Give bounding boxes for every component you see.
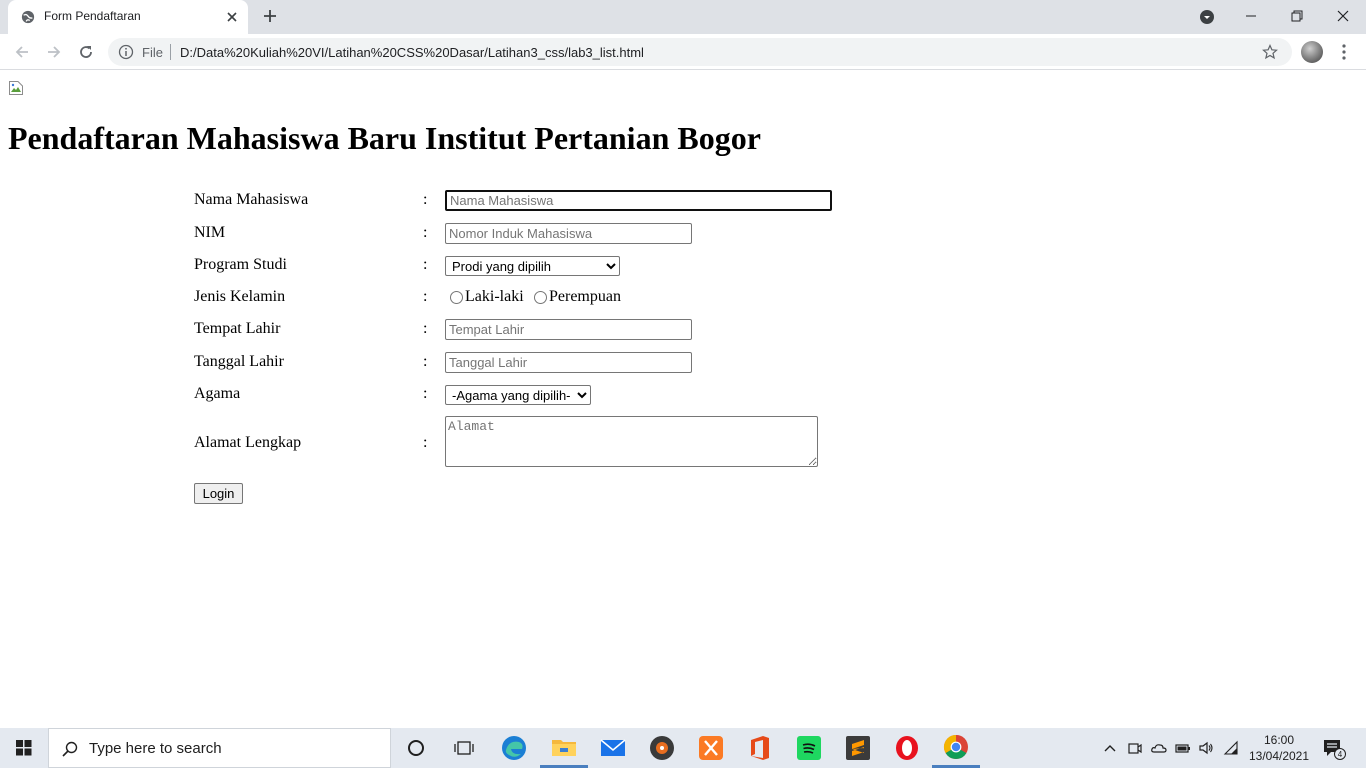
onedrive-icon[interactable] bbox=[1151, 740, 1167, 756]
taskbar-edge[interactable] bbox=[490, 728, 538, 768]
broken-image-icon bbox=[9, 81, 23, 95]
task-view-icon bbox=[454, 741, 474, 755]
prodi-colon: : bbox=[423, 256, 428, 273]
profile-avatar[interactable] bbox=[1301, 41, 1323, 63]
page-title: Pendaftaran Mahasiswa Baru Institut Pert… bbox=[8, 120, 761, 156]
chevron-up-icon[interactable] bbox=[1102, 740, 1118, 756]
file-explorer-icon bbox=[552, 739, 576, 756]
xampp-icon bbox=[699, 736, 723, 760]
nim-label: NIM bbox=[194, 224, 226, 241]
gender-colon: : bbox=[423, 288, 428, 305]
taskbar-media-player[interactable] bbox=[638, 728, 686, 768]
search-placeholder: Type here to search bbox=[89, 740, 222, 757]
back-arrow-icon[interactable] bbox=[12, 42, 32, 62]
tempat-colon: : bbox=[423, 320, 428, 337]
forward-arrow-icon[interactable] bbox=[44, 42, 64, 62]
notification-icon: 4 bbox=[1324, 740, 1346, 760]
notification-center[interactable]: 4 bbox=[1322, 738, 1346, 760]
tanggal-label: Tanggal Lahir bbox=[194, 353, 284, 370]
scheme-label: File bbox=[142, 45, 163, 60]
url-text[interactable]: D:/Data%20Kuliah%20VI/Latihan%20CSS%20Da… bbox=[180, 45, 644, 60]
opera-icon bbox=[896, 736, 918, 760]
gender-option-female[interactable]: Perempuan bbox=[534, 288, 621, 306]
gender-label: Jenis Kelamin bbox=[194, 288, 286, 305]
office-icon bbox=[751, 736, 769, 760]
more-menu-icon[interactable] bbox=[1336, 43, 1352, 61]
close-window-icon[interactable] bbox=[1335, 8, 1351, 24]
nim-input[interactable] bbox=[445, 223, 692, 244]
radio-female[interactable] bbox=[534, 290, 547, 304]
nama-colon: : bbox=[423, 191, 428, 208]
radio-female-label: Perempuan bbox=[549, 288, 621, 305]
notification-count: 4 bbox=[1338, 750, 1343, 759]
taskbar-xampp[interactable] bbox=[687, 728, 735, 768]
taskbar-file-explorer[interactable] bbox=[540, 728, 588, 768]
tanggal-input[interactable] bbox=[445, 352, 692, 373]
tempat-input[interactable] bbox=[445, 319, 692, 340]
prodi-select[interactable]: Prodi yang dipilih bbox=[445, 256, 620, 276]
reload-icon[interactable] bbox=[76, 42, 96, 62]
browser-tab[interactable]: Form Pendaftaran bbox=[8, 0, 248, 34]
clock-date: 13/04/2021 bbox=[1248, 749, 1310, 763]
nama-label: Nama Mahasiswa bbox=[194, 191, 309, 208]
meet-now-icon[interactable] bbox=[1127, 740, 1143, 756]
restore-icon[interactable] bbox=[1289, 8, 1305, 24]
search-icon bbox=[62, 741, 78, 757]
bookmark-star-icon[interactable] bbox=[1262, 44, 1278, 60]
sublime-text-icon bbox=[846, 736, 870, 760]
edge-icon bbox=[502, 736, 526, 760]
close-tab-icon[interactable] bbox=[224, 9, 240, 25]
login-button[interactable]: Login bbox=[194, 483, 243, 504]
taskbar-opera[interactable] bbox=[883, 728, 931, 768]
address-bar[interactable]: File D:/Data%20Kuliah%20VI/Latihan%20CSS… bbox=[108, 38, 1292, 66]
agama-select[interactable]: -Agama yang dipilih- bbox=[445, 385, 591, 405]
tanggal-colon: : bbox=[423, 353, 428, 370]
tab-strip: Form Pendaftaran bbox=[0, 0, 1366, 34]
agama-label: Agama bbox=[194, 385, 241, 402]
system-clock[interactable]: 16:00 13/04/2021 bbox=[1244, 732, 1314, 764]
taskbar-office[interactable] bbox=[736, 728, 784, 768]
cortana-icon bbox=[408, 740, 424, 756]
taskbar-sublime-text[interactable] bbox=[834, 728, 882, 768]
clock-time: 16:00 bbox=[1263, 733, 1295, 747]
nim-colon: : bbox=[423, 224, 428, 241]
web-page: Pendaftaran Mahasiswa Baru Institut Pert… bbox=[0, 71, 1366, 728]
browser-toolbar: File D:/Data%20Kuliah%20VI/Latihan%20CSS… bbox=[0, 34, 1366, 70]
taskbar: Type here to search 16:00 13/04/2021 4 bbox=[0, 728, 1366, 768]
chrome-icon bbox=[943, 734, 968, 759]
taskbar-mail[interactable] bbox=[589, 728, 637, 768]
prodi-label: Program Studi bbox=[194, 256, 287, 273]
taskbar-chrome[interactable] bbox=[932, 728, 980, 768]
nama-input[interactable] bbox=[445, 190, 832, 211]
spotify-icon bbox=[797, 736, 821, 760]
media-player-icon bbox=[650, 736, 674, 760]
taskbar-search[interactable]: Type here to search bbox=[48, 728, 391, 768]
new-tab-icon[interactable] bbox=[262, 8, 278, 24]
task-view-button[interactable] bbox=[440, 728, 488, 768]
windows-start-icon[interactable] bbox=[0, 728, 48, 768]
alamat-label: Alamat Lengkap bbox=[194, 434, 302, 451]
volume-icon[interactable] bbox=[1198, 740, 1214, 756]
radio-male-label: Laki-laki bbox=[465, 288, 524, 305]
minimize-icon[interactable] bbox=[1243, 8, 1259, 24]
battery-icon[interactable] bbox=[1175, 740, 1191, 756]
mail-icon bbox=[600, 739, 626, 756]
tempat-label: Tempat Lahir bbox=[194, 320, 281, 337]
tab-title: Form Pendaftaran bbox=[44, 9, 141, 23]
radio-male[interactable] bbox=[450, 290, 463, 304]
taskbar-spotify[interactable] bbox=[785, 728, 833, 768]
globe-icon bbox=[21, 10, 35, 24]
wifi-icon[interactable] bbox=[1223, 740, 1239, 756]
cortana-button[interactable] bbox=[392, 728, 440, 768]
tab-search-icon[interactable] bbox=[1199, 9, 1215, 25]
gender-option-male[interactable]: Laki-laki bbox=[450, 288, 524, 306]
alamat-textarea[interactable] bbox=[445, 416, 818, 467]
info-icon[interactable] bbox=[118, 44, 134, 60]
alamat-colon: : bbox=[423, 434, 428, 451]
omnibox-divider bbox=[170, 44, 171, 60]
agama-colon: : bbox=[423, 385, 428, 402]
